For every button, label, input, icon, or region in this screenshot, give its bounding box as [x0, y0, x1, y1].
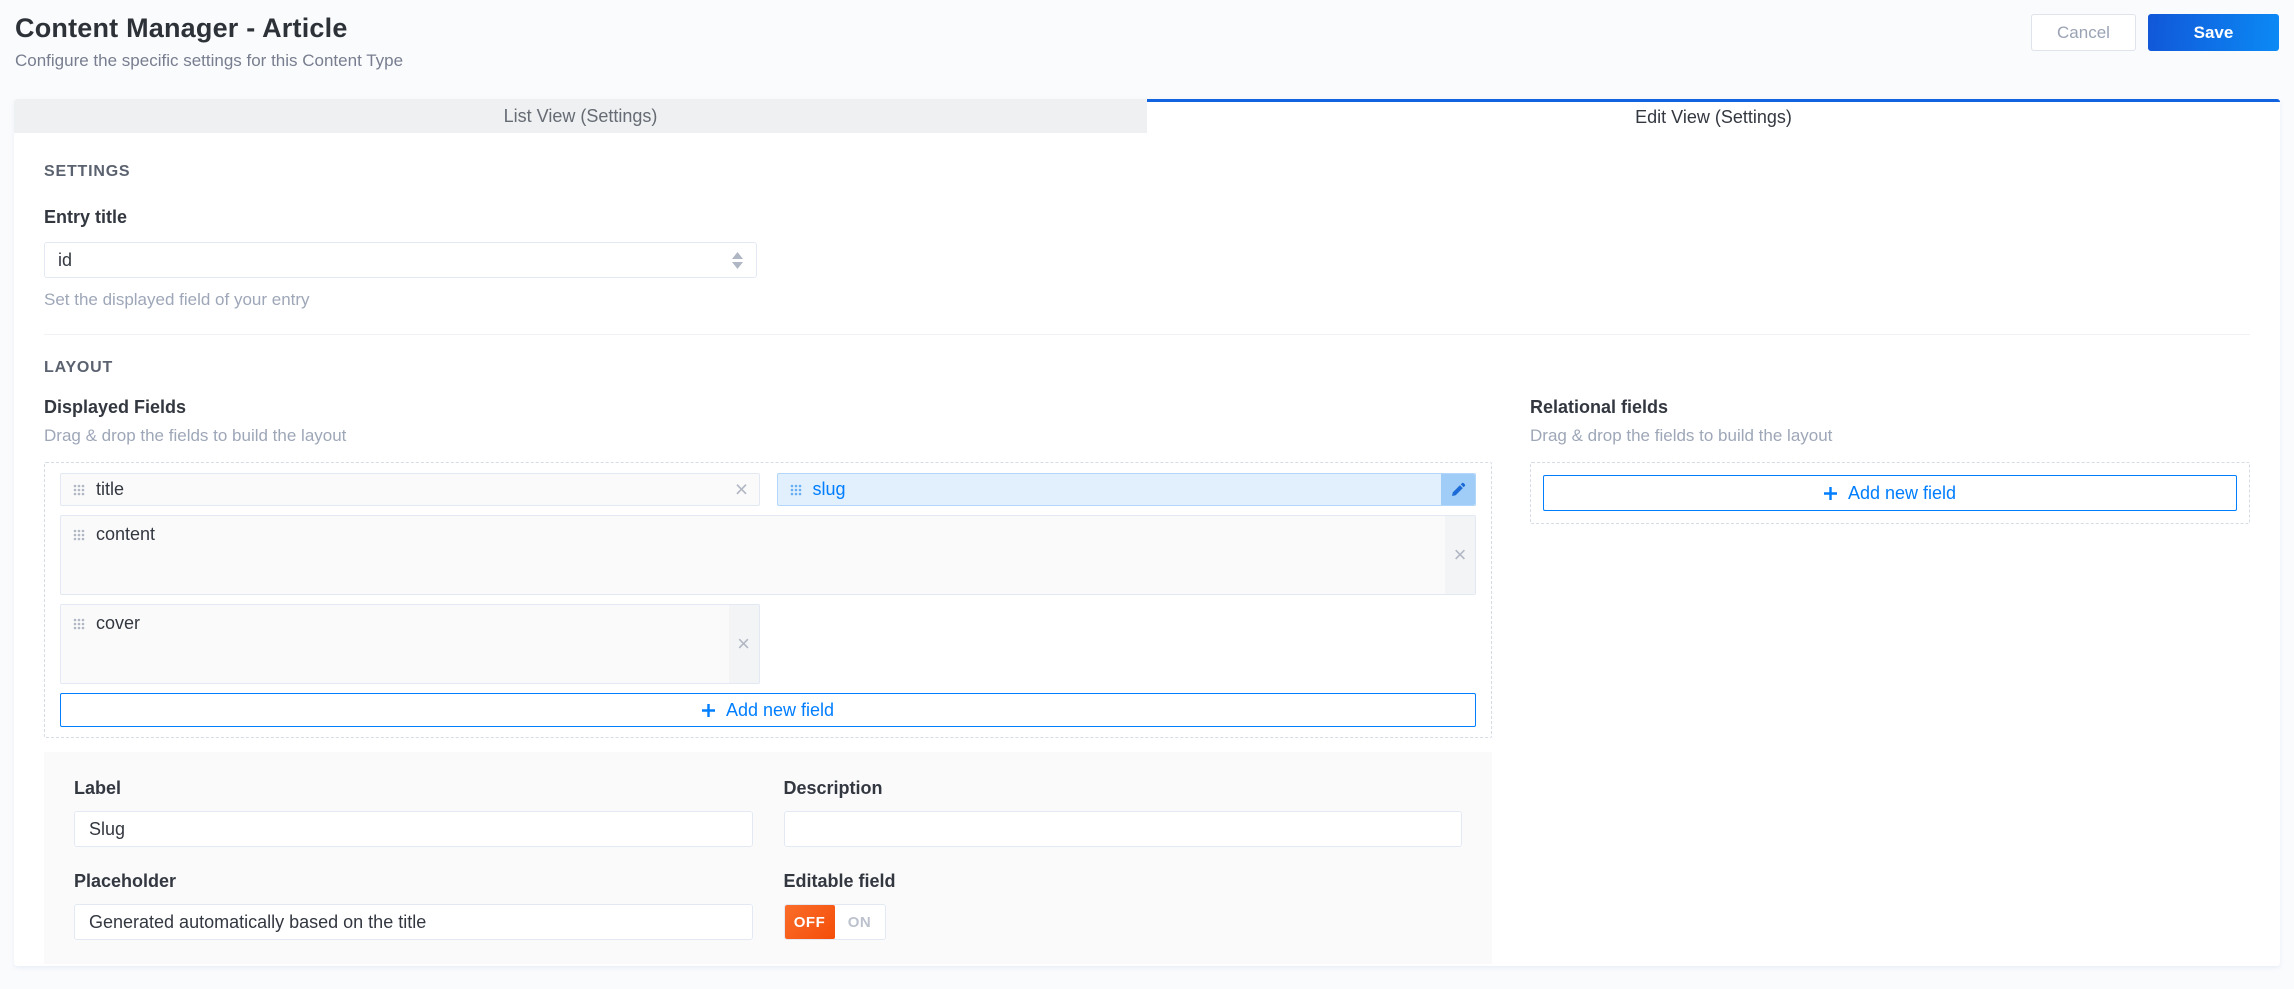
tab-edit-view-settings[interactable]: Edit View (Settings)	[1147, 99, 2280, 133]
remove-field-icon[interactable]: ×	[725, 478, 759, 501]
field-edit-panel: Label Description Placeholder	[44, 752, 1492, 964]
placeholder-input[interactable]	[74, 904, 753, 940]
relational-fields-column: Relational fields Drag & drop the fields…	[1530, 397, 2250, 964]
drag-handle-icon[interactable]	[790, 484, 802, 496]
drag-handle-icon[interactable]	[73, 529, 85, 541]
relational-fields-dropzone: Add new field	[1530, 462, 2250, 524]
header-actions: Cancel Save	[2031, 13, 2279, 51]
plus-icon	[701, 703, 715, 717]
toggle-off-button[interactable]: OFF	[784, 905, 835, 939]
header-titles: Content Manager - Article Configure the …	[15, 13, 403, 71]
label-field-label: Label	[74, 778, 122, 798]
editable-form-group: Editable field OFF ON	[783, 871, 1463, 940]
page-title: Content Manager - Article	[15, 13, 348, 43]
displayed-fields-column: Displayed Fields Drag & drop the fields …	[44, 397, 1492, 964]
add-field-label: Add new field	[1847, 482, 1957, 503]
plus-icon	[1823, 486, 1837, 500]
displayed-fields-subtitle: Drag & drop the fields to build the layo…	[44, 426, 347, 445]
cancel-button[interactable]: Cancel	[2031, 14, 2136, 51]
field-block-cover[interactable]: cover ×	[60, 604, 760, 684]
field-block-head: cover	[61, 605, 759, 642]
add-field-label: Add new field	[725, 699, 835, 720]
field-block-content[interactable]: content ×	[60, 515, 1476, 595]
settings-card: List View (Settings) Edit View (Settings…	[14, 99, 2280, 966]
page-subtitle: Configure the specific settings for this…	[15, 51, 404, 70]
settings-section-label: SETTINGS	[44, 163, 131, 180]
editable-toggle: OFF ON	[783, 904, 886, 940]
edit-field-button[interactable]	[1441, 474, 1475, 505]
select-stepper-icon	[732, 251, 743, 269]
card-body: SETTINGS Entry title id Set the displaye…	[14, 133, 2280, 986]
displayed-fields-title: Displayed Fields	[44, 397, 187, 417]
entry-title-help: Set the displayed field of your entry	[44, 290, 310, 309]
remove-field-icon[interactable]: ×	[1445, 516, 1475, 594]
layout-section-label: LAYOUT	[44, 359, 114, 376]
view-tabs: List View (Settings) Edit View (Settings…	[14, 99, 2280, 133]
entry-title-label: Entry title	[44, 207, 128, 227]
add-displayed-field-button[interactable]: Add new field	[60, 693, 1476, 727]
tab-list-view-settings[interactable]: List View (Settings)	[14, 99, 1147, 133]
editable-field-label: Editable field	[783, 871, 896, 891]
layout-columns: Displayed Fields Drag & drop the fields …	[44, 397, 2250, 964]
field-pill-label: slug	[812, 479, 846, 499]
displayed-fields-dropzone: title × slug content × cover × Add new f…	[44, 462, 1492, 738]
add-relational-field-button[interactable]: Add new field	[1543, 475, 2237, 511]
section-divider	[44, 334, 2250, 335]
label-input[interactable]	[74, 811, 753, 847]
drag-handle-icon[interactable]	[73, 484, 85, 496]
pencil-icon	[1451, 482, 1465, 496]
label-form-group: Label	[74, 778, 753, 847]
entry-title-select-value: id	[58, 249, 73, 270]
field-pill-slug[interactable]: slug	[776, 473, 1476, 506]
relational-fields-title: Relational fields	[1530, 397, 1669, 417]
toggle-on-button[interactable]: ON	[835, 905, 885, 939]
field-block-head: content	[61, 516, 1475, 553]
header: Content Manager - Article Configure the …	[0, 0, 2294, 99]
relational-fields-subtitle: Drag & drop the fields to build the layo…	[1530, 426, 1833, 445]
placeholder-form-group: Placeholder	[74, 871, 753, 940]
description-input[interactable]	[783, 811, 1462, 847]
page: Content Manager - Article Configure the …	[0, 0, 2294, 989]
field-block-label: cover	[96, 613, 141, 633]
remove-field-icon[interactable]: ×	[728, 605, 759, 683]
drag-handle-icon[interactable]	[73, 618, 85, 630]
fields-grid: title × slug content × cover × Add new f…	[60, 473, 1476, 727]
description-form-group: Description	[783, 778, 1462, 847]
save-button[interactable]: Save	[2148, 14, 2279, 51]
placeholder-field-label: Placeholder	[74, 871, 177, 891]
field-block-label: content	[96, 524, 156, 544]
field-edit-grid: Label Description Placeholder	[74, 778, 1462, 940]
entry-title-select[interactable]: id	[44, 242, 757, 278]
field-pill-title[interactable]: title ×	[60, 473, 760, 506]
description-field-label: Description	[783, 778, 883, 798]
field-pill-label: title	[96, 479, 125, 499]
